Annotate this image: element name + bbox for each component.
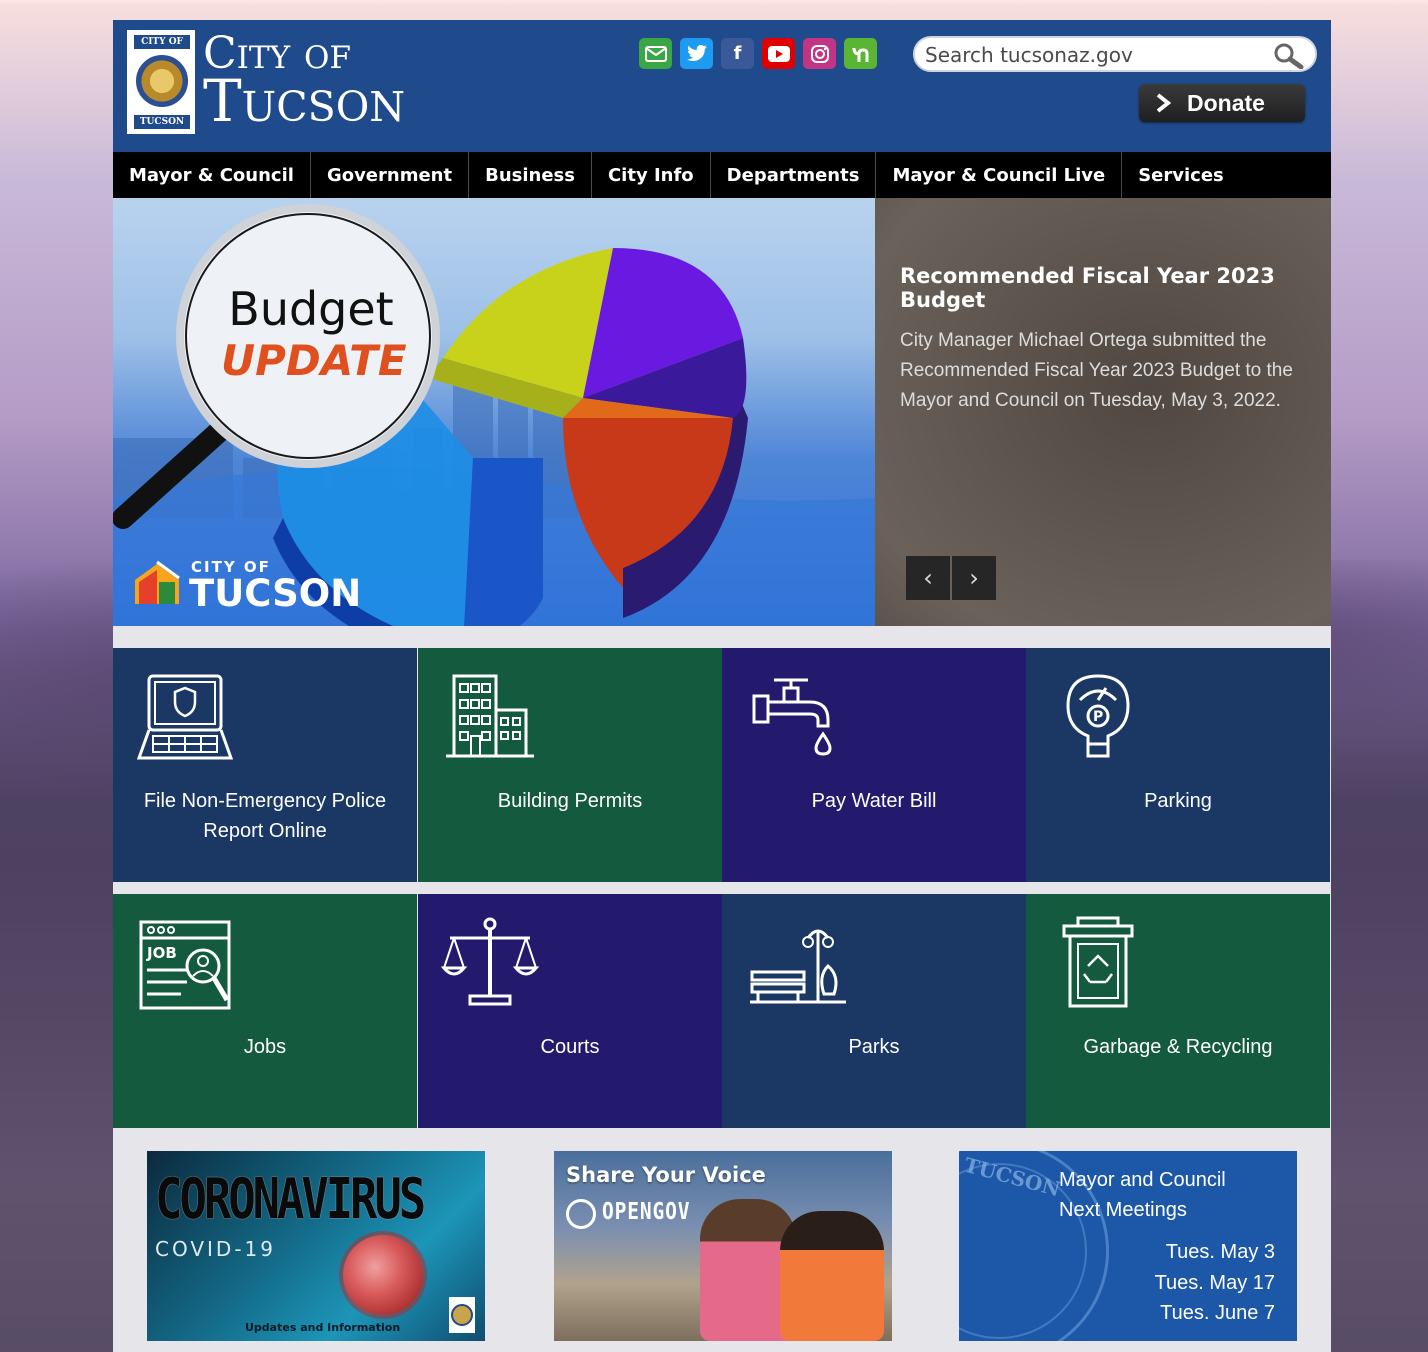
seal-bottom-text: TUCSON	[134, 115, 190, 129]
tile-police-report[interactable]: File Non-Emergency Police Report Online	[113, 648, 417, 882]
tile-label: Courts	[540, 1036, 600, 1058]
donate-label: Donate	[1187, 89, 1265, 116]
scales-icon	[440, 917, 540, 1006]
nav-item-mayor-council[interactable]: Mayor & Council	[113, 152, 311, 198]
update-word: UPDATE	[221, 336, 407, 385]
meeting-date: Tues. June 7	[1160, 1302, 1275, 1324]
search-box	[913, 36, 1317, 72]
nextdoor-icon[interactable]	[844, 38, 877, 69]
tile-building-permits[interactable]: Building Permits	[418, 648, 722, 882]
opengov-logo-icon	[566, 1199, 596, 1229]
hero-caption-panel: Recommended Fiscal Year 2023 Budget City…	[875, 198, 1331, 626]
hero-body: City Manager Michael Ortega submitted th…	[900, 330, 1293, 411]
tile-label: File Non-Emergency Police Report Online	[143, 790, 387, 842]
search-icon[interactable]	[1271, 41, 1305, 69]
person-image-right	[780, 1211, 884, 1341]
youtube-icon[interactable]	[762, 38, 795, 69]
covid-subtitle: COVID-19	[155, 1237, 277, 1261]
tile-label: Jobs	[243, 1036, 287, 1058]
meetings-heading-line2: Next Meetings	[1059, 1199, 1187, 1221]
logo-tucson: TUCSON	[189, 572, 362, 615]
nav-item-city-info[interactable]: City Info	[592, 152, 711, 198]
meeting-date: Tues. May 17	[1154, 1272, 1275, 1294]
park-bench-icon	[750, 929, 846, 1004]
nav-item-services[interactable]: Services	[1122, 152, 1240, 198]
seal-top-text: CITY OF	[134, 35, 190, 49]
tile-parks[interactable]: Parks	[722, 894, 1026, 1128]
share-title: Share Your Voice	[566, 1163, 766, 1187]
tile-jobs[interactable]: JOB Jobs	[113, 894, 417, 1128]
nav-item-departments[interactable]: Departments	[711, 152, 877, 198]
carousel-controls: ‹ ›	[906, 556, 996, 600]
chevron-right-icon	[1156, 93, 1172, 113]
tile-label: Building Permits	[497, 790, 643, 812]
tile-garbage-recycling[interactable]: Garbage & Recycling	[1026, 894, 1330, 1128]
hero-headline[interactable]: Recommended Fiscal Year 2023 Budget	[900, 264, 1300, 312]
laptop-police-icon	[136, 674, 234, 760]
search-input[interactable]	[925, 43, 1265, 67]
twitter-icon[interactable]	[680, 38, 713, 69]
nav-item-business[interactable]: Business	[469, 152, 592, 198]
site-header: CITY OF TUCSON City of Tucson f Search t…	[113, 20, 1331, 152]
svg-text:JOB: JOB	[146, 944, 177, 962]
covid-card[interactable]: CORONAVIRUS COVID-19 Updates and Informa…	[147, 1151, 485, 1341]
city-seal-logo[interactable]: CITY OF TUCSON	[125, 28, 197, 136]
tile-label: Parks	[848, 1036, 900, 1058]
share-your-voice-card[interactable]: Share Your Voice OPENGOV	[554, 1151, 892, 1341]
building-icon	[446, 674, 534, 758]
social-links: f	[639, 38, 877, 69]
logo-line-2: Tucson	[203, 67, 406, 135]
budget-update-text: Budget UPDATE	[221, 282, 407, 385]
email-icon[interactable]	[639, 38, 672, 69]
tile-courts[interactable]: Courts	[418, 894, 722, 1128]
covid-title: CORONAVIRUS	[155, 1167, 426, 1232]
tile-parking[interactable]: P Parking	[1026, 648, 1330, 882]
svg-text:P: P	[1093, 709, 1103, 725]
meetings-heading: Mayor and Council Next Meetings	[1059, 1165, 1226, 1225]
instagram-icon[interactable]	[803, 38, 836, 69]
tile-label: Pay Water Bill	[811, 790, 937, 812]
meetings-heading-line1: Mayor and Council	[1059, 1169, 1226, 1191]
seal-emblem	[136, 55, 188, 107]
faucet-icon	[752, 678, 832, 756]
page-container: CITY OF TUCSON City of Tucson f Search t…	[113, 20, 1331, 1352]
carousel-next-button[interactable]: ›	[952, 556, 996, 600]
nav-item-government[interactable]: Government	[311, 152, 470, 198]
job-search-icon: JOB	[139, 920, 231, 1010]
main-nav: Mayor & Council Government Business City…	[113, 152, 1331, 198]
tile-pay-water-bill[interactable]: Pay Water Bill	[722, 648, 1026, 882]
tile-label: Garbage & Recycling	[1083, 1036, 1273, 1058]
covid-footer: Updates and Information	[245, 1321, 401, 1334]
parking-meter-icon: P	[1066, 674, 1130, 758]
tile-label: Parking	[1144, 790, 1212, 812]
nav-item-mayor-council-live[interactable]: Mayor & Council Live	[876, 152, 1123, 198]
hero-image-budget[interactable]: Budget UPDATE CITY OF TUCSON	[113, 198, 875, 626]
donate-button[interactable]: Donate	[1139, 84, 1305, 122]
feature-cards: CORONAVIRUS COVID-19 Updates and Informa…	[113, 1130, 1331, 1352]
carousel-prev-button[interactable]: ‹	[906, 556, 950, 600]
recycling-bin-icon	[1062, 916, 1134, 1008]
facebook-icon[interactable]: f	[721, 38, 754, 69]
hero-carousel: Budget UPDATE CITY OF TUCSON Recommended…	[113, 198, 1331, 626]
virus-image	[343, 1235, 423, 1315]
city-seal-icon	[449, 1297, 475, 1333]
city-name-logo[interactable]: City of Tucson	[203, 32, 406, 135]
next-meetings-card[interactable]: TUCSON Mayor and Council Next Meetings T…	[959, 1151, 1297, 1341]
meeting-date: Tues. May 3	[1165, 1241, 1275, 1263]
opengov-brand: OPENGOV	[602, 1199, 691, 1225]
budget-word: Budget	[228, 282, 394, 336]
